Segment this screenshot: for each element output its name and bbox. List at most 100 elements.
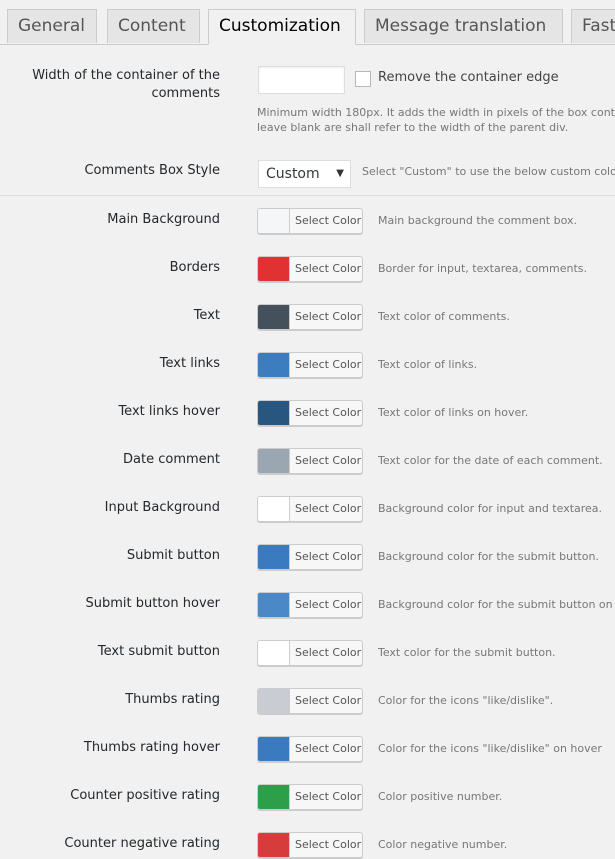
width-label-line2: comments	[151, 86, 220, 101]
color-setting-label: Submit button hover	[85, 596, 221, 611]
color-setting-description: Background color for the submit button.	[378, 550, 599, 563]
select-color-button[interactable]: Select Color	[257, 304, 363, 330]
section-divider	[0, 195, 615, 196]
color-setting-description: Text color for the submit button.	[378, 646, 556, 659]
tab-content[interactable]: Content	[107, 9, 200, 43]
box-style-selected-value: Custom	[266, 166, 320, 182]
color-setting-description: Color positive number.	[378, 790, 503, 803]
width-description-line2: leave blank are shall refer to the width…	[257, 121, 569, 134]
color-setting-row: Submit button hover Select Color Backgroun…	[0, 592, 615, 618]
color-setting-row: Input Background Select Color Background c…	[0, 496, 615, 522]
box-style-select[interactable]: Custom ▼	[258, 160, 351, 188]
color-setting-description: Text color of links.	[378, 358, 478, 371]
color-setting-description: Background color for input and textarea.	[378, 502, 603, 515]
tab-customization[interactable]: Customization	[208, 9, 356, 45]
color-setting-label: Submit button	[126, 548, 220, 563]
select-color-label: Select Color	[295, 838, 362, 851]
color-setting-label: Counter negative rating	[64, 836, 220, 851]
select-color-label: Select Color	[295, 214, 362, 227]
select-color-button[interactable]: Select Color	[257, 592, 363, 618]
remove-container-edge-checkbox[interactable]	[355, 71, 371, 87]
tab-general[interactable]: General	[7, 9, 97, 43]
color-setting-label: Text links	[159, 356, 220, 371]
color-swatch	[258, 257, 290, 281]
select-color-label: Select Color	[295, 358, 362, 371]
select-color-button[interactable]: Select Color	[257, 688, 363, 714]
color-setting-label: Thumbs rating hover	[83, 740, 220, 755]
select-color-button[interactable]: Select Color	[257, 352, 363, 378]
tab-bar: General Content Customization Message tr…	[0, 0, 615, 45]
select-color-label: Select Color	[295, 694, 362, 707]
color-setting-label: Counter positive rating	[70, 788, 220, 803]
select-color-label: Select Color	[295, 790, 362, 803]
color-setting-row: Counter positive rating Select Color Color…	[0, 784, 615, 810]
remove-container-edge-label: Remove the container edge	[378, 70, 559, 85]
color-setting-description: Text color for the date of each comment.	[378, 454, 603, 467]
select-color-button[interactable]: Select Color	[257, 736, 363, 762]
color-setting-row: Thumbs rating Select Color Color for the i…	[0, 688, 615, 714]
select-color-label: Select Color	[295, 502, 362, 515]
color-swatch	[258, 641, 290, 665]
color-setting-row: Date comment Select Color Text color for t…	[0, 448, 615, 474]
select-color-label: Select Color	[295, 646, 362, 659]
color-swatch	[258, 545, 290, 569]
color-setting-description: Color for the icons "like/dislike".	[378, 694, 554, 707]
color-swatch	[258, 305, 290, 329]
select-color-button[interactable]: Select Color	[257, 832, 363, 858]
width-label-line1: Width of the container of the	[32, 68, 220, 83]
select-color-label: Select Color	[295, 310, 362, 323]
color-swatch	[258, 209, 290, 233]
box-style-label: Comments Box Style	[84, 163, 220, 178]
select-color-button[interactable]: Select Color	[257, 784, 363, 810]
color-setting-label: Text	[193, 308, 220, 323]
color-swatch	[258, 737, 290, 761]
color-setting-row: Main Background Select Color Main backgrou…	[0, 208, 615, 234]
select-color-button[interactable]: Select Color	[257, 208, 363, 234]
select-color-button[interactable]: Select Color	[257, 256, 363, 282]
select-color-button[interactable]: Select Color	[257, 640, 363, 666]
color-swatch	[258, 497, 290, 521]
color-setting-row: Counter negative rating Select Color Color…	[0, 832, 615, 858]
color-setting-label: Text submit button	[97, 644, 220, 659]
color-setting-row: Borders Select Color Border for input, tex…	[0, 256, 615, 282]
select-color-button[interactable]: Select Color	[257, 544, 363, 570]
select-color-label: Select Color	[295, 406, 362, 419]
container-width-input[interactable]	[258, 66, 345, 94]
tab-fast[interactable]: Fast	[571, 9, 615, 43]
color-swatch	[258, 689, 290, 713]
color-setting-description: Background color for the submit button o…	[378, 598, 615, 611]
color-setting-label: Main Background	[107, 212, 220, 227]
select-color-label: Select Color	[295, 598, 362, 611]
color-setting-label: Thumbs rating	[125, 692, 220, 707]
color-setting-row: Text Select Color Text color of comments.	[0, 304, 615, 330]
select-color-label: Select Color	[295, 550, 362, 563]
color-setting-label: Text links hover	[118, 404, 220, 419]
color-setting-row: Submit button Select Color Background colo…	[0, 544, 615, 570]
select-color-button[interactable]: Select Color	[257, 496, 363, 522]
dropdown-arrow-icon: ▼	[336, 168, 344, 179]
color-setting-row: Text links hover Select Color Text color o…	[0, 400, 615, 426]
color-setting-description: Text color of links on hover.	[378, 406, 529, 419]
color-swatch	[258, 401, 290, 425]
select-color-button[interactable]: Select Color	[257, 400, 363, 426]
color-setting-row: Text links Select Color Text color of link…	[0, 352, 615, 378]
color-swatch	[258, 353, 290, 377]
color-swatch	[258, 593, 290, 617]
tab-message-translation[interactable]: Message translation	[364, 9, 563, 43]
color-setting-description: Color negative number.	[378, 838, 508, 851]
width-setting-label: Width of the container of the comments	[0, 67, 220, 103]
color-setting-description: Border for input, textarea, comments.	[378, 262, 588, 275]
select-color-label: Select Color	[295, 262, 362, 275]
color-swatch	[258, 833, 290, 857]
select-color-label: Select Color	[295, 742, 362, 755]
color-swatch	[258, 449, 290, 473]
color-setting-description: Color for the icons "like/dislike" on ho…	[378, 742, 602, 755]
color-setting-label: Date comment	[123, 452, 220, 467]
color-setting-description: Main background the comment box.	[378, 214, 577, 227]
color-swatch	[258, 785, 290, 809]
box-style-description: Select "Custom" to use the below custom …	[362, 165, 615, 178]
color-setting-row: Text submit button Select Color Text color…	[0, 640, 615, 666]
select-color-button[interactable]: Select Color	[257, 448, 363, 474]
color-setting-description: Text color of comments.	[378, 310, 510, 323]
color-setting-label: Borders	[169, 260, 220, 275]
